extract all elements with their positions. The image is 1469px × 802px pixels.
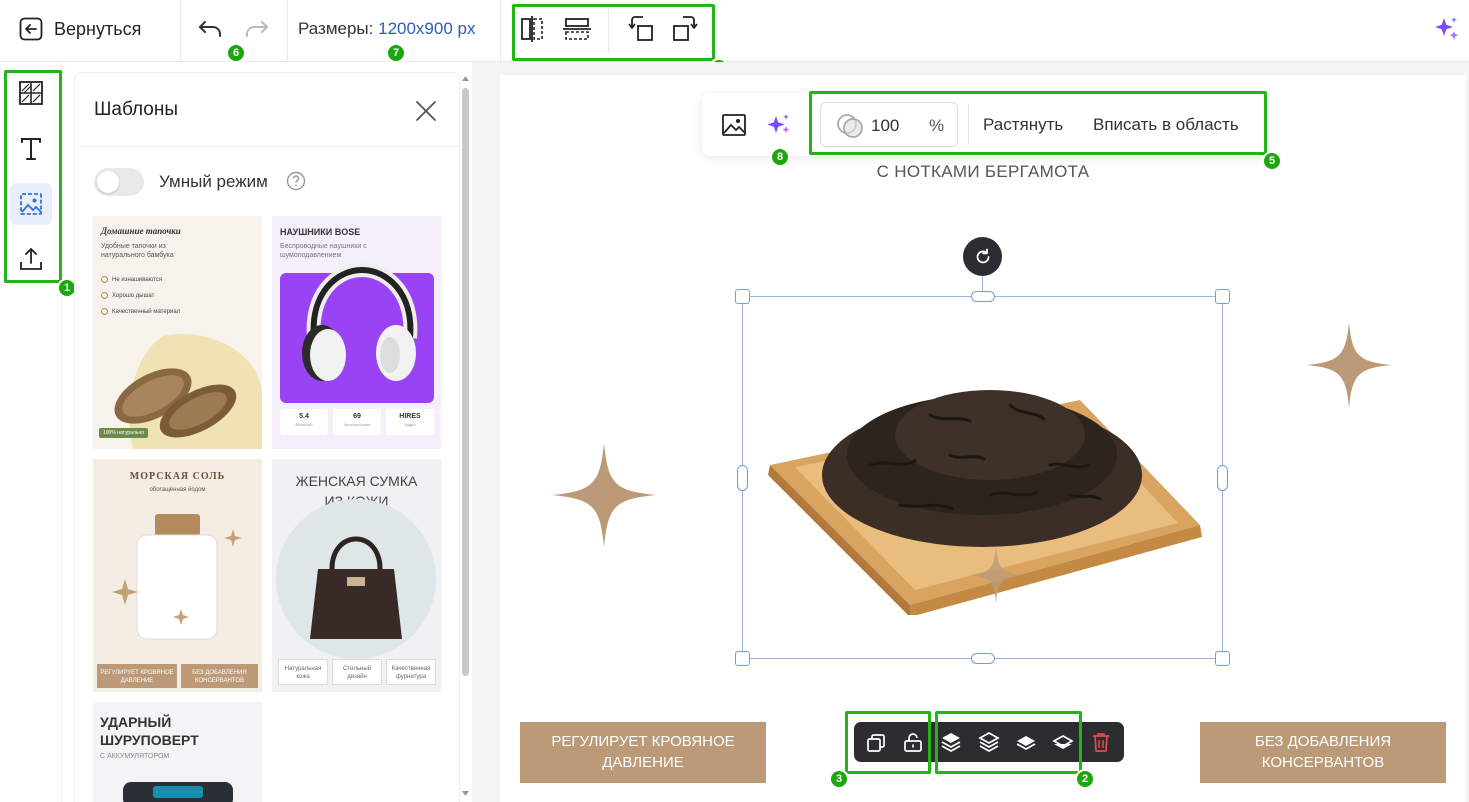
- annotation-box-1: [4, 70, 62, 283]
- ai-magic-icon[interactable]: [765, 111, 793, 139]
- check-icon: [101, 276, 108, 283]
- templates-panel: Шаблоны Умный режим Домашние тапочки Удо…: [74, 72, 460, 802]
- template-chip: Качественная фурнитура: [386, 659, 436, 685]
- sparkle-decoration[interactable]: [548, 439, 660, 551]
- back-label: Вернуться: [54, 18, 142, 39]
- rotate-handle-stem: [982, 276, 983, 292]
- annotation-badge-6: 6: [226, 43, 246, 63]
- annotation-box-4: [512, 4, 715, 61]
- template-title: ШУРУПОВЕРТ: [100, 732, 199, 748]
- template-chip: РЕГУЛИРУЕТ КРОВЯНОЕ ДАВЛЕНИЕ: [97, 664, 177, 688]
- toggle-knob: [97, 171, 119, 193]
- resize-handle-ne[interactable]: [1215, 289, 1230, 304]
- headphones-image: [302, 262, 418, 381]
- annotation-badge-5: 5: [1262, 151, 1282, 171]
- annotation-badge-7: 7: [386, 43, 406, 63]
- template-title: Домашние тапочки: [101, 226, 181, 236]
- resize-handle-n[interactable]: [971, 291, 995, 302]
- drill-image: [123, 782, 233, 802]
- stat-box: HIRES Аудио: [386, 409, 434, 435]
- ai-sparkle-icon[interactable]: [1432, 15, 1460, 43]
- template-card-sea-salt[interactable]: МОРСКАЯ СОЛЬ обогащенная йодом РЕГУЛИРУЕ…: [93, 459, 262, 692]
- divider: [180, 0, 181, 62]
- resize-handle-s[interactable]: [971, 653, 995, 664]
- divider: [287, 0, 288, 62]
- sparkle-decoration[interactable]: [1303, 319, 1395, 411]
- annotation-badge-8: 8: [770, 147, 790, 167]
- resize-handle-se[interactable]: [1215, 651, 1230, 666]
- handbag-image: [276, 499, 436, 659]
- rotate-icon: [976, 248, 989, 263]
- back-button[interactable]: Вернуться: [18, 14, 141, 44]
- annotation-badge-3: 3: [829, 769, 849, 789]
- resize-handle-sw[interactable]: [735, 651, 750, 666]
- artboard-subtitle[interactable]: С НОТКАМИ БЕРГАМОТА: [500, 162, 1466, 182]
- top-toolbar: Вернуться Размеры: 1200x900 px: [0, 0, 1469, 62]
- smart-mode-toggle[interactable]: [94, 168, 144, 196]
- template-subtitle: обогащенная йодом: [149, 487, 206, 493]
- close-icon[interactable]: [415, 100, 437, 122]
- size-value[interactable]: 1200x900 px: [378, 19, 475, 38]
- feature-item: Не изнашиваются: [101, 276, 162, 283]
- panel-scrollbar[interactable]: [462, 88, 469, 676]
- check-icon: [101, 292, 108, 299]
- annotation-box-5: [809, 91, 1267, 155]
- template-chip: БЕЗ ДОБАВЛЕНИЯ КОНСЕРВАНТОВ: [181, 664, 258, 688]
- feature-item: Хорошо дышат: [101, 292, 154, 299]
- redo-icon[interactable]: [242, 17, 270, 41]
- template-card-handbag[interactable]: ЖЕНСКАЯ СУМКА ИЗ КОЖИ Натуральная кожа С…: [272, 459, 441, 692]
- divider: [500, 0, 501, 62]
- salt-jar-image: [112, 514, 242, 640]
- smart-mode-label: Умный режим: [159, 172, 268, 191]
- panel-title: Шаблоны: [94, 99, 179, 120]
- help-icon[interactable]: [286, 171, 306, 191]
- template-card-drill[interactable]: УДАРНЫЙ ШУРУПОВЕРТ С АККУМУЛЯТОРОМ: [93, 702, 262, 802]
- size-label: Размеры:: [298, 19, 374, 38]
- stat-box: 69 Частоты/шума: [333, 409, 381, 435]
- annotation-box-2: [935, 711, 1082, 774]
- feature-item: Качественный материал: [101, 308, 180, 315]
- template-card-slippers[interactable]: Домашние тапочки Удобные тапочки из нату…: [93, 216, 262, 449]
- delete-icon[interactable]: [1091, 731, 1111, 753]
- annotation-badge-2: 2: [1075, 769, 1095, 789]
- scroll-up-icon[interactable]: [461, 74, 470, 82]
- scroll-down-icon[interactable]: [461, 790, 470, 798]
- back-arrow-icon: [19, 17, 43, 41]
- panel-divider: [75, 146, 459, 147]
- template-title: МОРСКАЯ СОЛЬ: [129, 471, 226, 482]
- selection-frame[interactable]: [742, 296, 1223, 659]
- resize-handle-nw[interactable]: [735, 289, 750, 304]
- template-title: ЖЕНСКАЯ СУМКА: [295, 473, 418, 489]
- template-title: НАУШНИКИ BOSE: [280, 227, 361, 237]
- replace-image-icon[interactable]: [721, 113, 747, 137]
- annotation-box-3: [845, 711, 931, 774]
- rotate-handle[interactable]: [963, 237, 1002, 276]
- resize-handle-e[interactable]: [1217, 465, 1228, 491]
- template-tag: 100% натурально: [99, 428, 149, 438]
- template-chip: Стильный дизайн: [332, 659, 382, 685]
- undo-icon[interactable]: [197, 17, 225, 41]
- resize-handle-w[interactable]: [737, 465, 748, 491]
- banner-right[interactable]: БЕЗ ДОБАВЛЕНИЯ КОНСЕРВАНТОВ: [1200, 722, 1446, 783]
- banner-left[interactable]: РЕГУЛИРУЕТ КРОВЯНОЕ ДАВЛЕНИЕ: [520, 722, 766, 783]
- template-card-headphones[interactable]: НАУШНИКИ BOSE Беспроводные наушники с шу…: [272, 216, 441, 449]
- template-title: УДАРНЫЙ: [100, 714, 172, 730]
- stat-box: 5.4 Bluetooth: [280, 409, 328, 435]
- template-subtitle: Удобные тапочки из натурального бамбука: [101, 243, 174, 259]
- template-subtitle: С АККУМУЛЯТОРОМ: [100, 753, 170, 760]
- canvas-size[interactable]: Размеры: 1200x900 px: [298, 19, 475, 39]
- check-icon: [101, 308, 108, 315]
- template-chip: Натуральная кожа: [278, 659, 328, 685]
